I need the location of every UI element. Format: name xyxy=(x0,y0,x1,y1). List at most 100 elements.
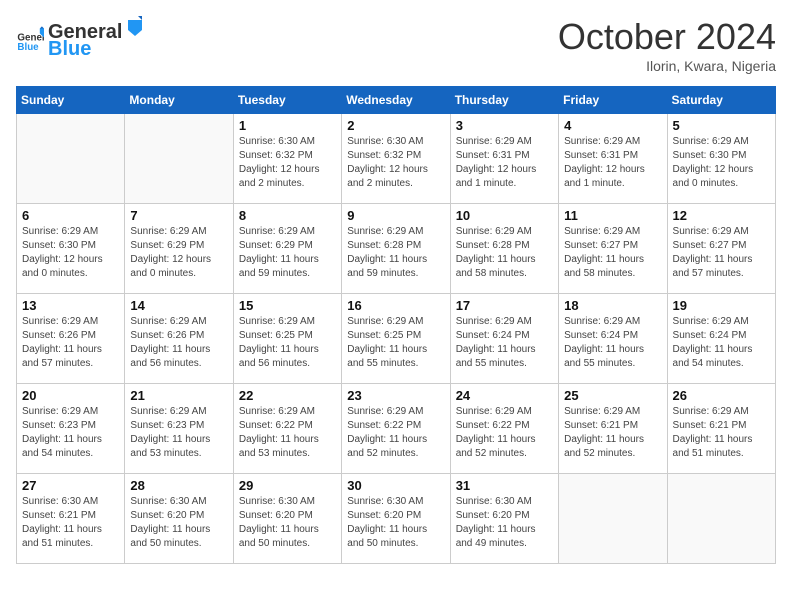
col-header-friday: Friday xyxy=(559,87,667,114)
month-title: October 2024 xyxy=(558,16,776,58)
cell-info: Sunrise: 6:30 AM Sunset: 6:21 PM Dayligh… xyxy=(22,495,119,551)
calendar-cell: 2Sunrise: 6:30 AM Sunset: 6:32 PM Daylig… xyxy=(342,114,450,204)
col-header-sunday: Sunday xyxy=(17,87,125,114)
day-number: 14 xyxy=(130,298,227,313)
day-number: 9 xyxy=(347,208,444,223)
header-row: SundayMondayTuesdayWednesdayThursdayFrid… xyxy=(17,87,776,114)
day-number: 8 xyxy=(239,208,336,223)
day-number: 26 xyxy=(673,388,770,403)
calendar-cell: 4 Sunrise: 6:29 AM Sunset: 6:31 PM Daylig… xyxy=(559,114,667,204)
cell-info: Sunrise: 6:29 AM Sunset: 6:31 PM Dayligh… xyxy=(456,135,553,191)
calendar-cell: 8 Sunrise: 6:29 AM Sunset: 6:29 PM Daylig… xyxy=(233,204,341,294)
calendar-cell: 18 Sunrise: 6:29 AM Sunset: 6:24 PM Dayli… xyxy=(559,294,667,384)
day-number: 11 xyxy=(564,208,661,223)
day-number: 5 xyxy=(673,118,770,133)
calendar-cell: 29 Sunrise: 6:30 AM Sunset: 6:20 PM Dayli… xyxy=(233,474,341,564)
cell-info: Sunrise: 6:29 AM Sunset: 6:28 PM Dayligh… xyxy=(347,225,444,281)
week-row-1: 1 Sunrise: 6:30 AM Sunset: 6:32 PM Daylig… xyxy=(17,114,776,204)
calendar-cell: 14 Sunrise: 6:29 AM Sunset: 6:26 PM Dayli… xyxy=(125,294,233,384)
cell-info: Sunrise: 6:29 AM Sunset: 6:23 PM Dayligh… xyxy=(130,405,227,461)
cell-info: Sunrise: 6:29 AM Sunset: 6:23 PM Dayligh… xyxy=(22,405,119,461)
calendar-cell: 28Sunrise: 6:30 AM Sunset: 6:20 PM Dayli… xyxy=(125,474,233,564)
calendar-cell: 1 Sunrise: 6:30 AM Sunset: 6:32 PM Daylig… xyxy=(233,114,341,204)
calendar-cell: 10Sunrise: 6:29 AM Sunset: 6:28 PM Dayli… xyxy=(450,204,558,294)
cell-info: Sunrise: 6:29 AM Sunset: 6:21 PM Dayligh… xyxy=(564,405,661,461)
calendar-cell xyxy=(559,474,667,564)
col-header-monday: Monday xyxy=(125,87,233,114)
page-header: General Blue General Blue October 2024 I… xyxy=(16,16,776,74)
day-number: 19 xyxy=(673,298,770,313)
day-number: 21 xyxy=(130,388,227,403)
day-number: 16 xyxy=(347,298,444,313)
calendar-cell: 30 Sunrise: 6:30 AM Sunset: 6:20 PM Dayli… xyxy=(342,474,450,564)
calendar-table: SundayMondayTuesdayWednesdayThursdayFrid… xyxy=(16,86,776,564)
calendar-cell: 11 Sunrise: 6:29 AM Sunset: 6:27 PM Dayli… xyxy=(559,204,667,294)
calendar-cell xyxy=(17,114,125,204)
cell-info: Sunrise: 6:29 AM Sunset: 6:22 PM Dayligh… xyxy=(347,405,444,461)
cell-info: Sunrise: 6:30 AM Sunset: 6:20 PM Dayligh… xyxy=(456,495,553,551)
svg-text:Blue: Blue xyxy=(17,42,39,53)
day-number: 30 xyxy=(347,478,444,493)
location-text: Ilorin, Kwara, Nigeria xyxy=(558,58,776,74)
calendar-cell: 13 Sunrise: 6:29 AM Sunset: 6:26 PM Dayli… xyxy=(17,294,125,384)
day-number: 27 xyxy=(22,478,119,493)
calendar-cell: 16 Sunrise: 6:29 AM Sunset: 6:25 PM Dayli… xyxy=(342,294,450,384)
logo-arrow-icon xyxy=(124,16,146,38)
day-number: 20 xyxy=(22,388,119,403)
calendar-cell: 3Sunrise: 6:29 AM Sunset: 6:31 PM Daylig… xyxy=(450,114,558,204)
day-number: 23 xyxy=(347,388,444,403)
cell-info: Sunrise: 6:29 AM Sunset: 6:27 PM Dayligh… xyxy=(673,225,770,281)
cell-info: Sunrise: 6:29 AM Sunset: 6:26 PM Dayligh… xyxy=(22,315,119,371)
cell-info: Sunrise: 6:29 AM Sunset: 6:24 PM Dayligh… xyxy=(673,315,770,371)
cell-info: Sunrise: 6:29 AM Sunset: 6:25 PM Dayligh… xyxy=(347,315,444,371)
day-number: 13 xyxy=(22,298,119,313)
cell-info: Sunrise: 6:29 AM Sunset: 6:21 PM Dayligh… xyxy=(673,405,770,461)
day-number: 1 xyxy=(239,118,336,133)
cell-info: Sunrise: 6:29 AM Sunset: 6:27 PM Dayligh… xyxy=(564,225,661,281)
cell-info: Sunrise: 6:30 AM Sunset: 6:32 PM Dayligh… xyxy=(239,135,336,191)
calendar-cell: 6Sunrise: 6:29 AM Sunset: 6:30 PM Daylig… xyxy=(17,204,125,294)
calendar-cell: 19 Sunrise: 6:29 AM Sunset: 6:24 PM Dayli… xyxy=(667,294,775,384)
day-number: 2 xyxy=(347,118,444,133)
cell-info: Sunrise: 6:29 AM Sunset: 6:22 PM Dayligh… xyxy=(456,405,553,461)
calendar-cell: 22Sunrise: 6:29 AM Sunset: 6:22 PM Dayli… xyxy=(233,384,341,474)
cell-info: Sunrise: 6:29 AM Sunset: 6:29 PM Dayligh… xyxy=(239,225,336,281)
calendar-cell: 12Sunrise: 6:29 AM Sunset: 6:27 PM Dayli… xyxy=(667,204,775,294)
cell-info: Sunrise: 6:29 AM Sunset: 6:24 PM Dayligh… xyxy=(564,315,661,371)
day-number: 29 xyxy=(239,478,336,493)
cell-info: Sunrise: 6:30 AM Sunset: 6:20 PM Dayligh… xyxy=(347,495,444,551)
day-number: 17 xyxy=(456,298,553,313)
cell-info: Sunrise: 6:29 AM Sunset: 6:24 PM Dayligh… xyxy=(456,315,553,371)
week-row-4: 20 Sunrise: 6:29 AM Sunset: 6:23 PM Dayli… xyxy=(17,384,776,474)
week-row-2: 6Sunrise: 6:29 AM Sunset: 6:30 PM Daylig… xyxy=(17,204,776,294)
day-number: 24 xyxy=(456,388,553,403)
col-header-saturday: Saturday xyxy=(667,87,775,114)
calendar-cell: 25Sunrise: 6:29 AM Sunset: 6:21 PM Dayli… xyxy=(559,384,667,474)
calendar-cell: 15Sunrise: 6:29 AM Sunset: 6:25 PM Dayli… xyxy=(233,294,341,384)
calendar-cell: 21 Sunrise: 6:29 AM Sunset: 6:23 PM Dayli… xyxy=(125,384,233,474)
logo: General Blue General Blue xyxy=(16,16,146,61)
day-number: 4 xyxy=(564,118,661,133)
cell-info: Sunrise: 6:29 AM Sunset: 6:30 PM Dayligh… xyxy=(22,225,119,281)
day-number: 18 xyxy=(564,298,661,313)
day-number: 22 xyxy=(239,388,336,403)
title-block: October 2024 Ilorin, Kwara, Nigeria xyxy=(558,16,776,74)
calendar-cell: 17 Sunrise: 6:29 AM Sunset: 6:24 PM Dayli… xyxy=(450,294,558,384)
cell-info: Sunrise: 6:29 AM Sunset: 6:31 PM Dayligh… xyxy=(564,135,661,191)
cell-info: Sunrise: 6:30 AM Sunset: 6:20 PM Dayligh… xyxy=(239,495,336,551)
week-row-5: 27 Sunrise: 6:30 AM Sunset: 6:21 PM Dayli… xyxy=(17,474,776,564)
cell-info: Sunrise: 6:29 AM Sunset: 6:26 PM Dayligh… xyxy=(130,315,227,371)
calendar-cell xyxy=(125,114,233,204)
cell-info: Sunrise: 6:29 AM Sunset: 6:25 PM Dayligh… xyxy=(239,315,336,371)
logo-icon: General Blue xyxy=(16,25,44,53)
col-header-thursday: Thursday xyxy=(450,87,558,114)
col-header-wednesday: Wednesday xyxy=(342,87,450,114)
calendar-cell: 26 Sunrise: 6:29 AM Sunset: 6:21 PM Dayli… xyxy=(667,384,775,474)
cell-info: Sunrise: 6:29 AM Sunset: 6:29 PM Dayligh… xyxy=(130,225,227,281)
calendar-cell: 20 Sunrise: 6:29 AM Sunset: 6:23 PM Dayli… xyxy=(17,384,125,474)
calendar-cell: 23 Sunrise: 6:29 AM Sunset: 6:22 PM Dayli… xyxy=(342,384,450,474)
day-number: 31 xyxy=(456,478,553,493)
calendar-cell: 9 Sunrise: 6:29 AM Sunset: 6:28 PM Daylig… xyxy=(342,204,450,294)
cell-info: Sunrise: 6:30 AM Sunset: 6:20 PM Dayligh… xyxy=(130,495,227,551)
calendar-cell xyxy=(667,474,775,564)
